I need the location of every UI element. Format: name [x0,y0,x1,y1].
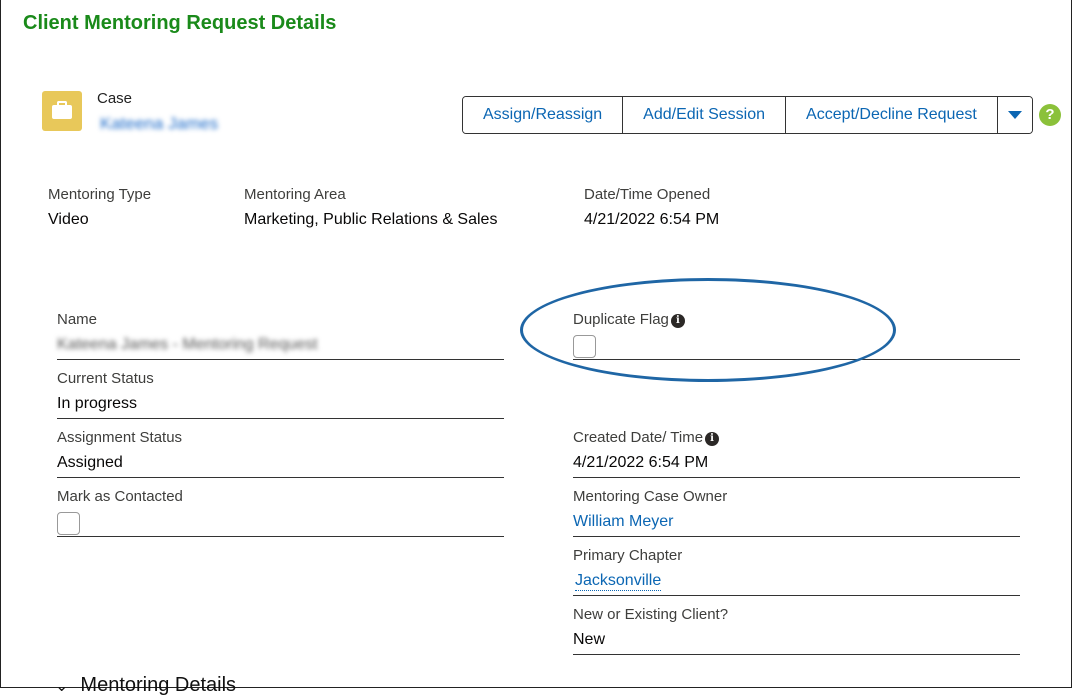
field-value: Kateena James - Mentoring Request [57,336,318,353]
field-name: Name Kateena James - Mentoring Request [57,301,504,360]
help-icon[interactable]: ? [1039,104,1061,126]
record-name-link[interactable]: Kateena James [100,114,218,134]
more-actions-button[interactable] [997,97,1032,133]
field-value: 4/21/2022 6:54 PM [573,454,709,471]
field-label: Current Status [57,370,154,387]
field-label: New or Existing Client? [573,606,729,623]
field-label: Mark as Contacted [57,488,183,505]
mentoring-type-label: Mentoring Type [48,186,152,203]
briefcase-icon [42,91,82,131]
field-mark-contacted: Mark as Contacted [57,478,504,537]
mentoring-area-label: Mentoring Area [244,186,346,203]
field-label: Mentoring Case Owner [573,488,728,505]
page-title: Client Mentoring Request Details [23,12,337,34]
field-value: Assigned [57,454,123,471]
add-edit-session-button[interactable]: Add/Edit Session [623,97,787,133]
mark-contacted-checkbox[interactable] [57,512,80,535]
field-primary-chapter: Primary Chapter Jacksonville [573,537,1020,596]
date-opened-value: 4/21/2022 6:54 PM [584,211,720,228]
owner-link[interactable]: William Meyer [573,513,673,531]
field-value: In progress [57,395,138,412]
field-value: New [573,631,606,648]
field-label-text: Created Date/ Time [573,429,704,446]
accept-decline-request-button[interactable]: Accept/Decline Request [786,97,998,133]
chevron-down-icon [1007,111,1022,119]
field-label: Created Date/ Time i [573,429,720,446]
chevron-down-icon: ⌄ [55,678,69,695]
mentoring-type-value: Video [48,211,89,228]
section-title: Mentoring Details [80,674,237,696]
assign-reassign-button[interactable]: Assign/Reassign [463,97,624,133]
record-type-label: Case [97,90,133,107]
date-opened-label: Date/Time Opened [584,186,711,203]
mentoring-area-value: Marketing, Public Relations & Sales [244,211,498,228]
info-icon[interactable]: i [705,432,720,446]
action-button-group: Assign/Reassign Add/Edit Session Accept/… [462,96,1033,134]
highlight-annotation-ellipse [520,278,896,382]
field-label: Assignment Status [57,429,183,446]
field-label: Primary Chapter [573,547,683,564]
field-case-owner: Mentoring Case Owner William Meyer [573,478,1020,537]
field-created-date: Created Date/ Time i 4/21/2022 6:54 PM [573,419,1020,478]
field-label: Name [57,311,98,328]
field-current-status: Current Status In progress [57,360,504,419]
section-mentoring-details[interactable]: ⌄ Mentoring Details [55,674,236,697]
field-client-type: New or Existing Client? New [573,596,1020,655]
chapter-link[interactable]: Jacksonville [575,572,662,591]
field-assignment-status: Assignment Status Assigned [57,419,504,478]
